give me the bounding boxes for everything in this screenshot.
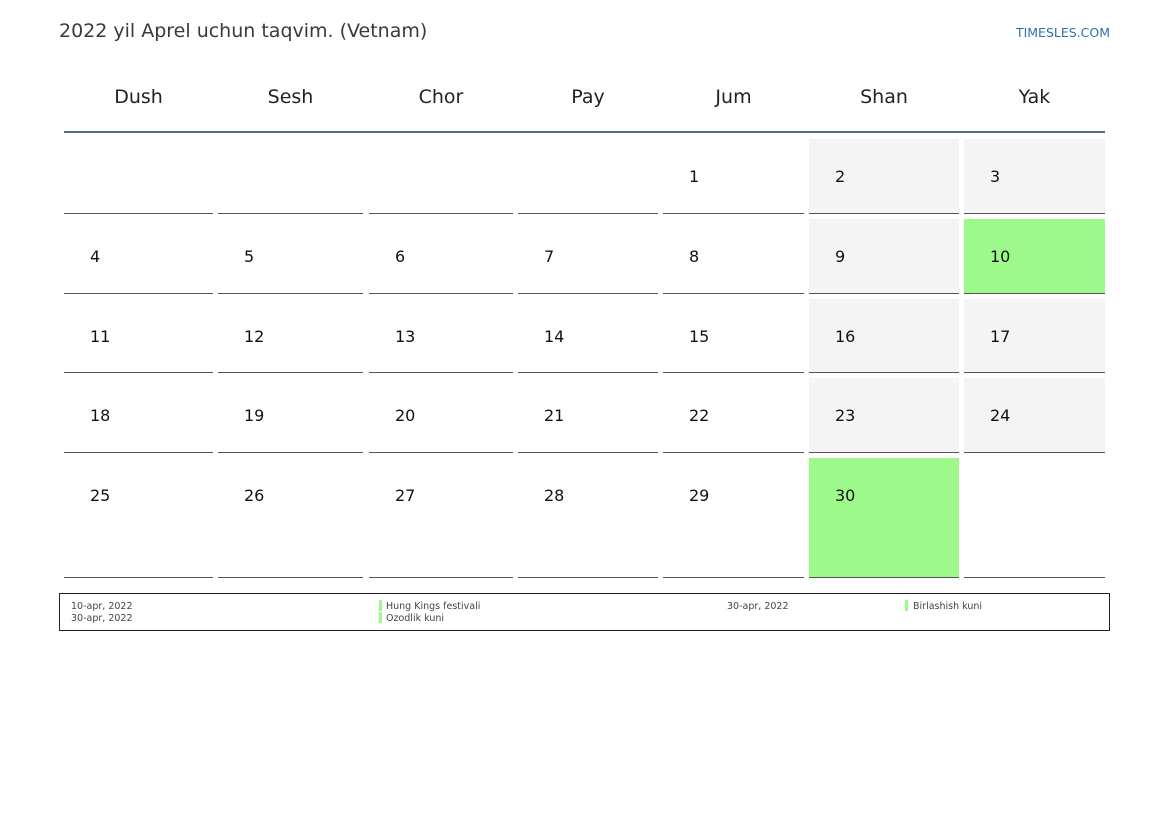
day-cell-27: 27 [369,458,513,578]
weekday-sunday: Yak [1018,86,1051,108]
day-number: 5 [244,247,255,266]
day-number: 22 [689,406,710,425]
day-cell-28: 28 [518,458,658,578]
day-cell-22: 22 [663,378,804,453]
day-cell-12: 12 [218,299,363,373]
day-number: 8 [689,247,700,266]
legend-date: 10-apr, 2022 [71,601,133,612]
empty-day-cell [218,139,363,214]
empty-day-cell [518,139,658,214]
day-cell-7: 7 [518,219,658,294]
day-cell-21: 21 [518,378,658,453]
holiday-color-marker [379,600,382,611]
day-cell-5: 5 [218,219,363,294]
day-cell-1: 1 [663,139,804,214]
empty-day-cell [964,458,1105,578]
weekday-saturday: Shan [860,86,908,108]
day-number: 11 [90,327,111,346]
legend-date: 30-apr, 2022 [71,613,133,624]
holiday-legend: 10-apr, 2022 Hung Kings festivali 30-apr… [59,593,1110,631]
site-link[interactable]: TIMESLES.COM [1000,25,1110,40]
day-number: 28 [544,486,565,505]
day-cell-25: 25 [64,458,213,578]
day-cell-10: 10 [964,219,1105,294]
day-cell-9: 9 [809,219,959,294]
day-cell-29: 29 [663,458,804,578]
day-number: 19 [244,406,265,425]
holiday-color-marker [379,612,382,623]
holiday-color-marker [905,600,908,611]
day-number: 21 [544,406,565,425]
day-cell-18: 18 [64,378,213,453]
day-cell-30: 30 [809,458,959,578]
day-number: 3 [990,167,1001,186]
day-number: 29 [689,486,710,505]
day-number: 25 [90,486,111,505]
day-number: 16 [835,327,856,346]
day-cell-17: 17 [964,299,1105,373]
legend-holiday-name: Birlashish kuni [913,601,983,612]
day-number: 1 [689,167,700,186]
day-number: 17 [990,327,1011,346]
day-number: 4 [90,247,101,266]
day-number: 14 [544,327,565,346]
weekday-wednesday: Chor [418,86,464,108]
day-number: 9 [835,247,846,266]
day-cell-13: 13 [369,299,513,373]
empty-day-cell [369,139,513,214]
day-number: 15 [689,327,710,346]
day-number: 30 [835,486,856,505]
day-cell-6: 6 [369,219,513,294]
day-number: 24 [990,406,1011,425]
legend-date: 30-apr, 2022 [727,601,789,612]
day-number: 7 [544,247,555,266]
day-cell-20: 20 [369,378,513,453]
day-cell-4: 4 [64,219,213,294]
day-cell-19: 19 [218,378,363,453]
day-number: 13 [395,327,416,346]
legend-holiday-name: Hung Kings festivali [386,601,481,612]
day-cell-14: 14 [518,299,658,373]
day-number: 10 [990,247,1011,266]
empty-day-cell [64,139,213,214]
weekday-thursday: Pay [571,86,605,108]
day-cell-11: 11 [64,299,213,373]
weekday-monday: Dush [114,86,163,108]
day-cell-15: 15 [663,299,804,373]
day-number: 23 [835,406,856,425]
legend-holiday-name: Ozodlik kuni [386,613,444,624]
day-number: 2 [835,167,846,186]
day-cell-3: 3 [964,139,1105,214]
day-cell-2: 2 [809,139,959,214]
day-number: 18 [90,406,111,425]
weekday-friday: Jum [715,86,752,108]
day-number: 6 [395,247,406,266]
day-cell-24: 24 [964,378,1105,453]
day-cell-8: 8 [663,219,804,294]
day-cell-26: 26 [218,458,363,578]
day-cell-16: 16 [809,299,959,373]
day-number: 27 [395,486,416,505]
weekday-tuesday: Sesh [267,86,314,108]
day-number: 12 [244,327,265,346]
day-cell-23: 23 [809,378,959,453]
header-divider [64,131,1105,133]
calendar-title: 2022 yil Aprel uchun taqvim. (Vetnam) [59,20,428,42]
day-number: 26 [244,486,265,505]
day-number: 20 [395,406,416,425]
